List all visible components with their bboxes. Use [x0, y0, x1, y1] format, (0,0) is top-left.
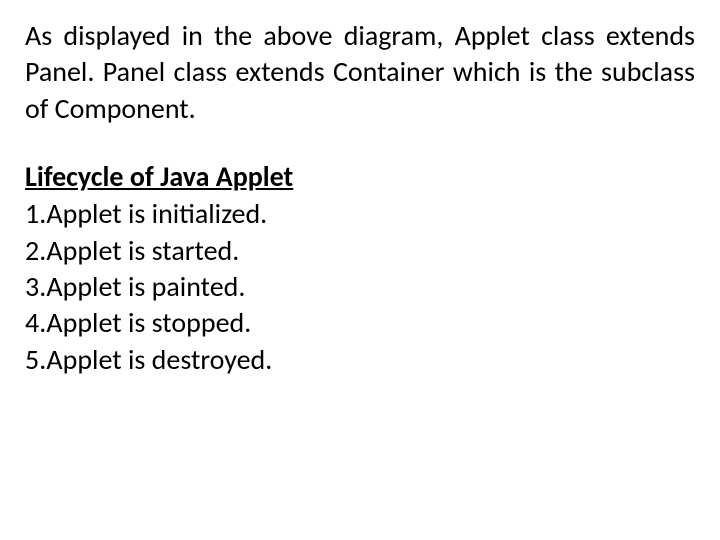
intro-paragraph: As displayed in the above diagram, Apple…	[25, 18, 695, 127]
list-item: 5.Applet is destroyed.	[25, 342, 695, 378]
lifecycle-list: 1.Applet is initialized. 2.Applet is sta…	[25, 196, 695, 378]
list-item: 2.Applet is started.	[25, 233, 695, 269]
list-item: 4.Applet is stopped.	[25, 305, 695, 341]
list-item: 1.Applet is initialized.	[25, 196, 695, 232]
list-item: 3.Applet is painted.	[25, 269, 695, 305]
section-heading: Lifecycle of Java Applet	[25, 159, 695, 194]
slide-content: As displayed in the above diagram, Apple…	[0, 0, 720, 398]
